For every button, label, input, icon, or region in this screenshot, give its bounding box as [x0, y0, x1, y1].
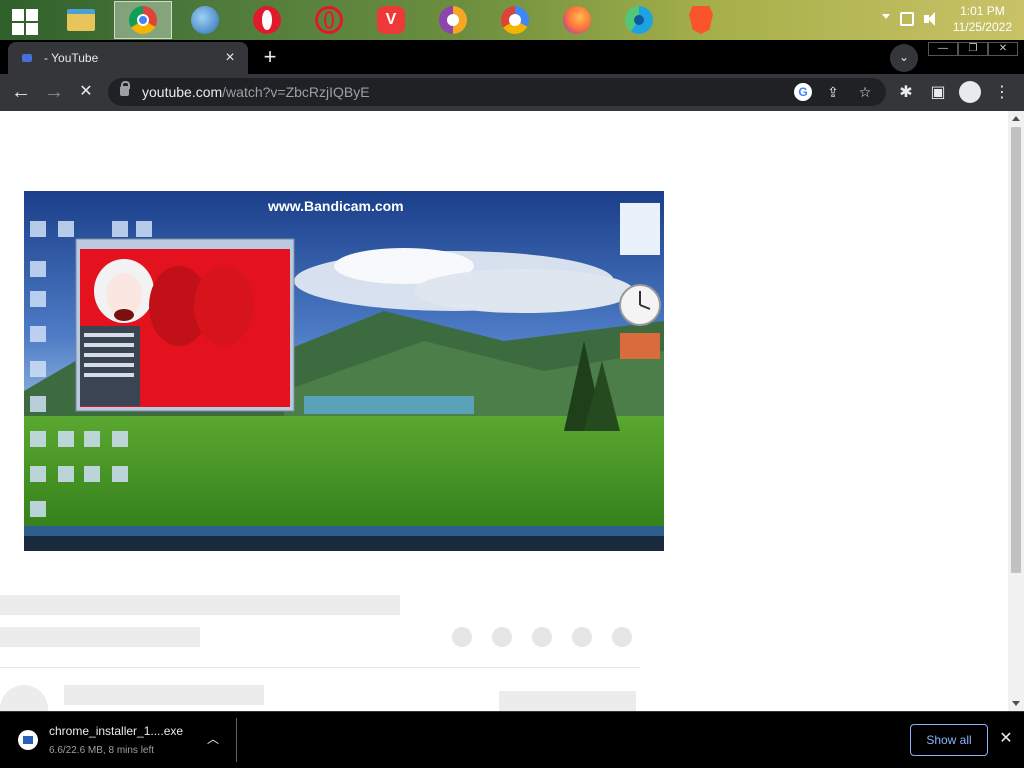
action-skeleton-3	[532, 627, 552, 647]
scroll-thumb[interactable]	[1011, 127, 1021, 573]
tab-close-button[interactable]: ×	[220, 48, 240, 68]
avatar-skeleton	[0, 685, 48, 711]
system-tray: 1:01 PM 11/25/2022	[864, 0, 1024, 40]
restore-button[interactable]: ❐	[958, 42, 988, 56]
clock-date: 11/25/2022	[952, 20, 1012, 34]
installer-file-icon[interactable]	[18, 730, 38, 750]
new-tab-button[interactable]: +	[256, 44, 284, 72]
share-icon[interactable]: ⇪	[824, 83, 842, 101]
firefox-icon[interactable]	[560, 3, 594, 37]
action-skeleton-1	[452, 627, 472, 647]
scroll-down-arrow-icon[interactable]	[1012, 701, 1020, 706]
subscribe-skeleton	[499, 691, 636, 711]
download-options-chevron-icon[interactable]: ︿	[204, 730, 222, 748]
video-frame: www.Bandicam.com	[24, 191, 664, 551]
tray-overflow-icon[interactable]	[882, 14, 890, 19]
volume-icon[interactable]	[924, 12, 940, 26]
url-host: youtube.com	[142, 84, 223, 100]
action-skeleton-2	[492, 627, 512, 647]
tab-youtube[interactable]: - YouTube ×	[8, 42, 248, 74]
forward-button[interactable]: →	[41, 79, 67, 105]
windows-start-icon[interactable]	[8, 6, 40, 35]
bookmark-star-icon[interactable]: ☆	[856, 83, 874, 101]
bandicam-watermark: www.Bandicam.com	[267, 198, 404, 214]
edge-icon[interactable]	[622, 3, 656, 37]
yandex-browser-icon[interactable]	[436, 3, 470, 37]
network-icon[interactable]	[900, 12, 914, 26]
screen: V 1:01 PM 11/25/2022 - YouTube × + ⌄ — ❐…	[0, 0, 1024, 768]
description-skeleton	[64, 685, 264, 705]
channel-skeleton	[0, 627, 200, 647]
windows-taskbar: V 1:01 PM 11/25/2022	[0, 0, 1024, 40]
tab-title: - YouTube	[44, 51, 99, 65]
menu-kebab-icon[interactable]: ⋮	[991, 82, 1013, 104]
download-filename[interactable]: chrome_installer_1....exe	[49, 724, 183, 738]
lock-icon[interactable]	[120, 81, 130, 96]
opera-icon[interactable]	[250, 3, 284, 37]
internet-explorer-icon[interactable]	[188, 3, 222, 37]
chromium-variant-icon[interactable]	[498, 3, 532, 37]
clock-time: 1:01 PM	[960, 4, 1005, 18]
scroll-up-arrow-icon[interactable]	[1012, 116, 1020, 121]
tab-search-button[interactable]: ⌄	[890, 44, 918, 72]
chrome-icon[interactable]	[114, 1, 172, 39]
file-explorer-icon[interactable]	[64, 3, 98, 37]
page-content: www.Bandicam.com	[0, 111, 1008, 711]
browser-toolbar: ← → ✕ youtube.com/watch?v=ZbcRzjIQByE G …	[0, 74, 1024, 111]
divider	[0, 667, 640, 668]
side-panel-icon[interactable]: ▣	[927, 82, 949, 104]
show-all-button[interactable]: Show all	[910, 724, 988, 756]
address-bar[interactable]: youtube.com/watch?v=ZbcRzjIQByE G ⇪ ☆	[108, 78, 886, 106]
title-skeleton	[0, 595, 400, 615]
brave-icon[interactable]	[684, 3, 718, 37]
tab-strip: - YouTube × + ⌄ — ❐ ✕	[0, 40, 1024, 74]
extensions-puzzle-icon[interactable]: ✱	[895, 82, 917, 104]
stop-loading-button[interactable]: ✕	[73, 79, 99, 105]
page-scrollbar[interactable]	[1008, 111, 1024, 711]
back-button[interactable]: ←	[8, 79, 34, 105]
video-player[interactable]: www.Bandicam.com	[24, 191, 664, 551]
url-text[interactable]: youtube.com/watch?v=ZbcRzjIQByE	[142, 84, 370, 100]
action-skeleton-4	[572, 627, 592, 647]
action-skeleton-5	[612, 627, 632, 647]
url-path: /watch?v=ZbcRzjIQByE	[222, 84, 370, 100]
minimize-button[interactable]: —	[928, 42, 958, 56]
close-window-button[interactable]: ✕	[988, 42, 1018, 56]
download-separator	[236, 718, 237, 762]
youtube-favicon-icon	[22, 54, 32, 62]
vivaldi-icon[interactable]: V	[374, 3, 408, 37]
profile-avatar-icon[interactable]	[959, 81, 981, 103]
google-lens-icon[interactable]: G	[794, 83, 812, 101]
download-status: 6.6/22.6 MB, 8 mins left	[49, 745, 155, 756]
download-shelf: chrome_installer_1....exe 6.6/22.6 MB, 8…	[0, 711, 1024, 768]
clock[interactable]: 1:01 PM 11/25/2022	[953, 3, 1012, 35]
close-download-shelf-button[interactable]: ✕	[996, 728, 1016, 750]
opera-gx-icon[interactable]	[312, 3, 346, 37]
